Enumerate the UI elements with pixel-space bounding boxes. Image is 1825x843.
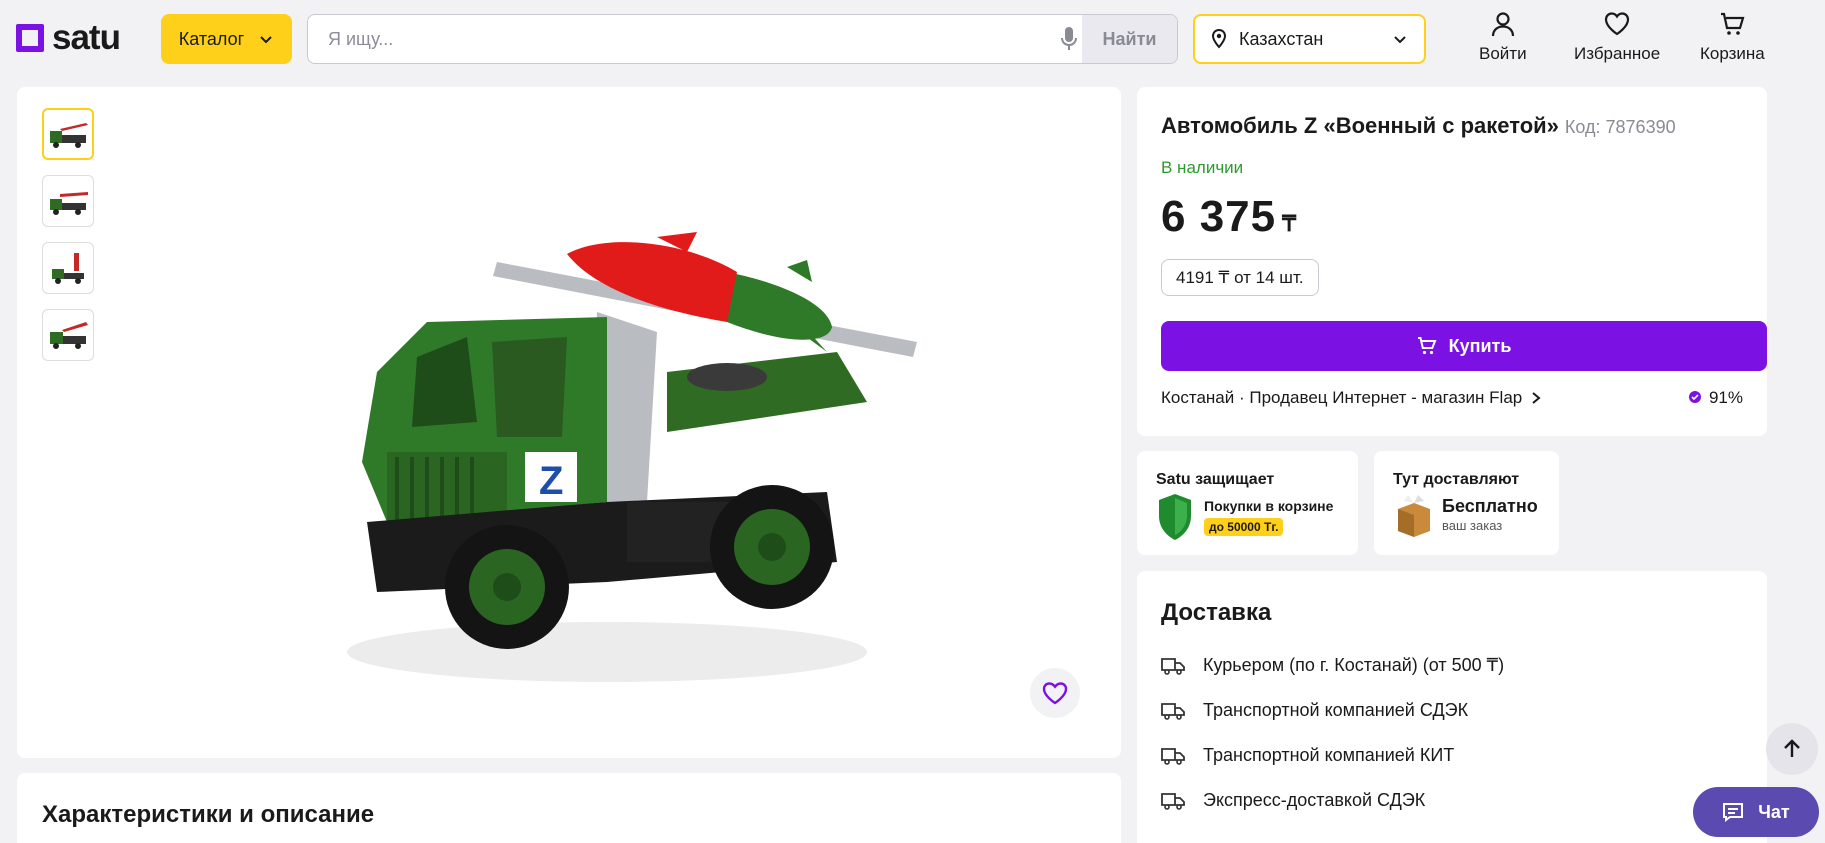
delivery-option: Транспортной компанией КИТ xyxy=(1161,745,1454,766)
wholesale-price-badge[interactable]: 4191 ₸ от 14 шт. xyxy=(1161,259,1319,296)
svg-text:Z: Z xyxy=(539,459,563,503)
cart-icon xyxy=(1417,337,1437,355)
product-price: 6 375 ₸ xyxy=(1161,192,1297,242)
site-header: satu Каталог Найти Казахстан Войти Избра… xyxy=(0,0,1825,80)
delivery-option: Экспресс-доставкой СДЭК xyxy=(1161,790,1425,811)
currency-symbol: ₸ xyxy=(1282,211,1298,236)
favorites-label: Избранное xyxy=(1574,44,1661,63)
free-delivery-line1: Бесплатно xyxy=(1442,496,1538,516)
truck-thumbnail-image xyxy=(50,322,88,349)
rating-badge-icon xyxy=(1688,391,1701,403)
chat-label: Чат xyxy=(1758,801,1790,822)
search-button[interactable]: Найти xyxy=(1082,15,1177,63)
shield-icon xyxy=(1159,494,1191,540)
free-delivery-title: Тут доставляют xyxy=(1393,471,1520,488)
logo-text: satu xyxy=(52,18,121,57)
chat-icon xyxy=(1723,803,1744,822)
truck-icon xyxy=(1161,702,1185,720)
delivery-option-label: Транспортной компанией СДЭК xyxy=(1203,700,1469,720)
truck-icon xyxy=(1161,657,1185,675)
description-section: Характеристики и описание xyxy=(17,773,1121,843)
cart-link[interactable]: Корзина xyxy=(1700,10,1765,64)
heart-icon xyxy=(1604,12,1630,36)
product-name: Автомобиль Z «Военный с ракетой» xyxy=(1161,113,1559,138)
cart-icon xyxy=(1721,12,1745,35)
cart-label: Корзина xyxy=(1700,44,1765,63)
truck-icon xyxy=(1161,747,1185,765)
login-label: Войти xyxy=(1479,44,1527,63)
seller-rating: 91% xyxy=(1687,388,1743,408)
delivery-option-label: Транспортной компанией КИТ xyxy=(1203,745,1455,765)
description-title: Характеристики и описание xyxy=(42,801,375,828)
product-info-card: Автомобиль Z «Военный с ракетой» Код: 787… xyxy=(1137,87,1767,436)
free-delivery-line2: ваш заказ xyxy=(1442,518,1503,533)
search-input[interactable] xyxy=(308,15,1048,63)
truck-thumbnail-image xyxy=(50,123,88,148)
price-value: 6 375 xyxy=(1161,192,1277,241)
delivery-section: Доставка Курьером (по г. Костанай) (от 5… xyxy=(1137,571,1767,843)
thumbnail-2[interactable] xyxy=(42,175,94,227)
product-main-image[interactable]: Z xyxy=(307,202,947,702)
region-label: Казахстан xyxy=(1239,28,1324,49)
chevron-right-icon xyxy=(1532,392,1541,404)
region-selector[interactable]: Казахстан xyxy=(1193,14,1426,64)
protection-line2: до 50000 Тг. xyxy=(1204,518,1284,536)
thumbnail-4[interactable] xyxy=(42,309,94,361)
thumbnail-3[interactable] xyxy=(42,242,94,294)
truck-thumbnail-image xyxy=(50,192,88,215)
delivery-option-label: Курьером (по г. Костанай) (от 500 ₸) xyxy=(1203,655,1505,675)
scroll-to-top-button[interactable] xyxy=(1766,723,1818,775)
user-icon xyxy=(1491,12,1514,37)
heart-icon xyxy=(1042,682,1068,705)
arrow-up-icon xyxy=(1784,739,1800,757)
catalog-label: Каталог xyxy=(178,28,245,49)
delivery-option: Курьером (по г. Костанай) (от 500 ₸) xyxy=(1161,655,1504,676)
location-pin-icon xyxy=(1211,29,1227,49)
chat-button[interactable]: Чат xyxy=(1693,787,1819,837)
catalog-button[interactable]: Каталог xyxy=(161,14,292,64)
product-title: Автомобиль Z «Военный с ракетой» Код: 787… xyxy=(1161,113,1676,139)
stock-status: В наличии xyxy=(1161,158,1244,177)
delivery-option-label: Экспресс-доставкой СДЭК xyxy=(1203,790,1426,810)
truck-icon xyxy=(1161,792,1185,810)
delivery-option: Транспортной компанией СДЭК xyxy=(1161,700,1468,721)
favorites-link[interactable]: Избранное xyxy=(1574,10,1660,64)
buy-button[interactable]: Купить xyxy=(1161,321,1767,371)
login-link[interactable]: Войти xyxy=(1479,10,1527,64)
buyer-protection-card[interactable]: Satu защищает Покупки в корзине до 50000… xyxy=(1137,451,1358,555)
seller-link[interactable]: Костанай · Продавец Интернет - магазин F… xyxy=(1161,388,1542,408)
product-code: Код: 7876390 xyxy=(1564,117,1676,137)
rating-value: 91% xyxy=(1708,388,1743,407)
product-gallery: Z xyxy=(17,87,1121,758)
truck-thumbnail-image xyxy=(52,253,84,284)
protection-title: Satu защищает xyxy=(1156,471,1275,488)
buy-label: Купить xyxy=(1448,335,1512,356)
seller-text: Костанай · Продавец Интернет - магазин F… xyxy=(1161,388,1523,407)
add-to-favorites-button[interactable] xyxy=(1030,668,1080,718)
chevron-down-icon xyxy=(260,36,272,44)
chevron-down-icon xyxy=(1394,36,1406,44)
satu-logo[interactable]: satu xyxy=(16,18,121,57)
protection-line1: Покупки в корзине xyxy=(1204,498,1334,514)
delivery-title: Доставка xyxy=(1161,599,1272,626)
logo-mark xyxy=(16,23,44,52)
free-delivery-card[interactable]: Тут доставляют Бесплатно ваш заказ xyxy=(1374,451,1559,555)
thumbnail-1[interactable] xyxy=(42,108,94,160)
search-bar: Найти xyxy=(307,14,1178,64)
box-icon xyxy=(1398,495,1430,537)
